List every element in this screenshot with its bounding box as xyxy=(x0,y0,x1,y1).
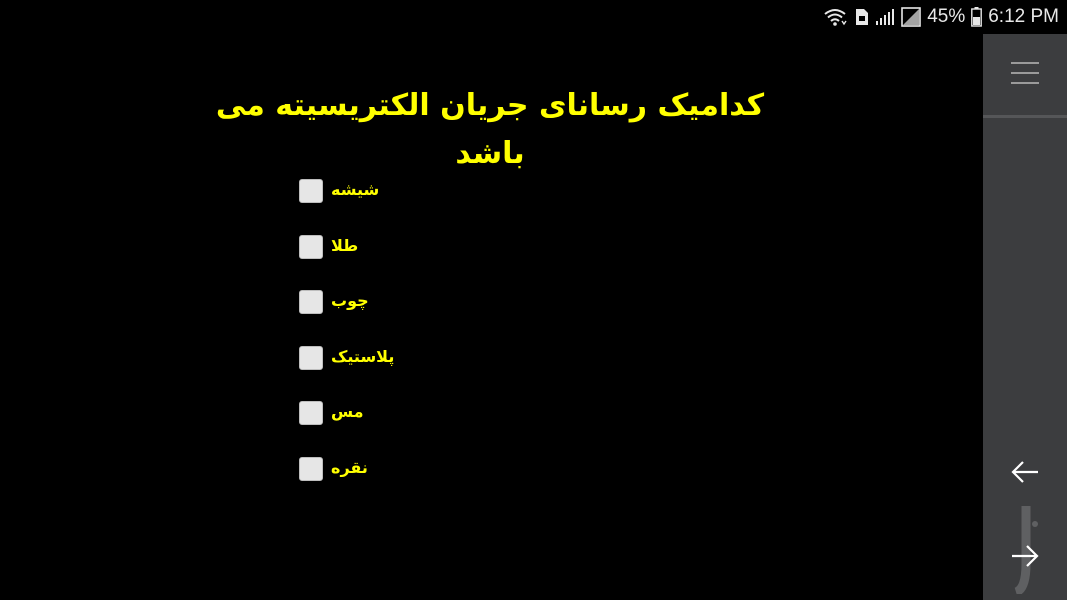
clock: 6:12 PM xyxy=(988,6,1059,27)
option-item[interactable]: مس xyxy=(299,399,599,455)
side-panel xyxy=(983,34,1067,600)
option-item[interactable]: نقره xyxy=(299,455,599,511)
menu-button[interactable] xyxy=(983,34,1067,118)
option-label: پلاستیک xyxy=(331,346,395,366)
option-label: نقره xyxy=(331,457,368,477)
forward-button[interactable] xyxy=(983,528,1067,588)
app-screen: 45% 6:12 PM کدامیک رسانای جریان الکتریسی… xyxy=(0,0,1067,600)
option-item[interactable]: پلاستیک xyxy=(299,344,599,400)
no-sim-icon xyxy=(901,7,922,27)
battery-percent: 45% xyxy=(927,6,966,27)
option-item[interactable]: طلا xyxy=(299,233,599,289)
sd-card-icon xyxy=(853,8,869,26)
option-checkbox[interactable] xyxy=(299,456,323,481)
option-label: شیشه xyxy=(331,180,380,199)
option-label: چوب xyxy=(331,291,369,311)
arrow-right-icon xyxy=(1010,544,1040,572)
status-bar: 45% 6:12 PM xyxy=(824,0,1067,34)
options-list: شیشه طلا چوب پلاستیک مس نقره xyxy=(299,177,599,511)
option-item[interactable]: چوب xyxy=(299,288,599,344)
back-button[interactable] xyxy=(983,444,1067,504)
option-checkbox[interactable] xyxy=(299,345,323,370)
menu-icon xyxy=(1010,60,1040,90)
option-checkbox[interactable] xyxy=(299,401,323,426)
wifi-icon xyxy=(823,7,847,27)
option-checkbox[interactable] xyxy=(299,234,323,259)
signal-icon xyxy=(875,8,895,26)
battery-icon xyxy=(971,7,983,27)
option-checkbox[interactable] xyxy=(299,179,323,203)
option-item[interactable]: شیشه xyxy=(299,177,599,233)
option-checkbox[interactable] xyxy=(299,290,323,315)
option-label: مس xyxy=(331,402,364,422)
question-title: کدامیک رسانای جریان الکتریسیته می باشد xyxy=(215,88,765,171)
arrow-left-icon xyxy=(1010,460,1040,488)
option-label: طلا xyxy=(331,235,359,255)
